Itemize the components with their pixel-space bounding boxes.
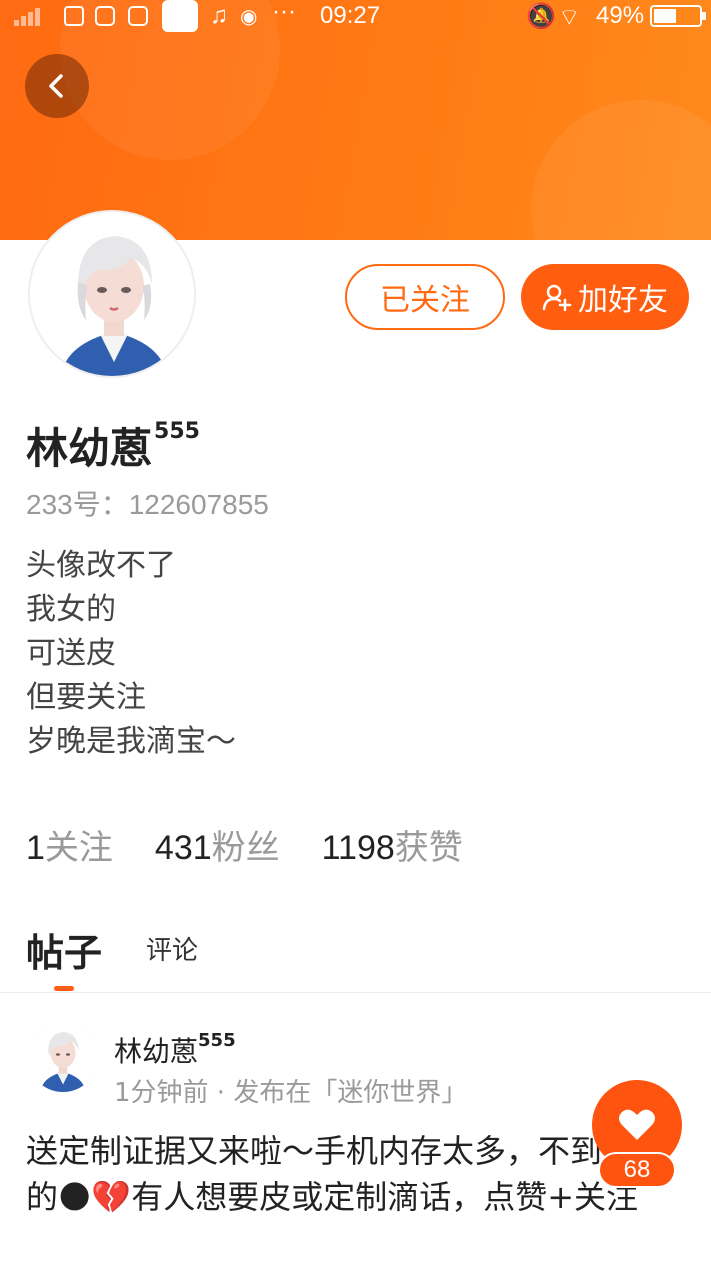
status-bar: ♫ ◉ ··· 09:27 🔕 ⌔ 49%: [0, 0, 711, 34]
signal-icon: [14, 8, 44, 26]
profile-header-banner: [0, 0, 711, 240]
music-icon: ♫: [210, 2, 228, 29]
followed-button[interactable]: 已关注: [345, 264, 505, 330]
stat-followers[interactable]: 431粉丝: [155, 820, 280, 869]
stat-label: 获赞: [394, 828, 463, 868]
stat-value: 1198: [321, 829, 395, 867]
bio-line: 我女的: [26, 592, 116, 627]
notification-icon: [162, 0, 198, 32]
add-friend-button[interactable]: 加好友: [521, 264, 689, 330]
post-author-name[interactable]: 林幼蒽555: [114, 1030, 236, 1070]
app-notification-icon: [64, 6, 84, 26]
divider: [0, 992, 711, 993]
profile-avatar[interactable]: [28, 210, 196, 378]
profile-id-value: 122607855: [128, 489, 269, 520]
stat-value: 1: [26, 829, 45, 867]
mail-icon: [128, 6, 148, 26]
post-author-text: 林幼蒽: [114, 1035, 199, 1068]
battery-icon: [650, 5, 706, 27]
post-text[interactable]: 送定制证据又来啦～手机内存太多，不到送皮的🌑💔有人想要皮或定制滴话，点赞+关注: [26, 1128, 686, 1220]
add-user-icon: [542, 284, 572, 312]
bio-line: 岁晚是我滴宝～: [26, 724, 236, 759]
stat-value: 431: [154, 829, 212, 867]
profile-stats: 1关注 431粉丝 1198获赞: [26, 820, 505, 869]
stat-following[interactable]: 1关注: [26, 820, 113, 869]
bio-line: 头像改不了: [26, 548, 176, 583]
profile-id-label: 233号：: [26, 489, 129, 520]
bio-line: 可送皮: [26, 636, 116, 671]
mute-icon: 🔕: [526, 3, 556, 30]
followed-label: 已关注: [380, 283, 470, 318]
profile-bio: 头像改不了 我女的 可送皮 但要关注 岁晚是我滴宝～: [26, 544, 236, 764]
back-button[interactable]: [25, 54, 89, 118]
profile-name-text: 林幼蒽: [26, 424, 153, 473]
like-count-badge: 68: [598, 1152, 676, 1188]
mail-icon: [95, 6, 115, 26]
stat-label: 粉丝: [211, 828, 280, 868]
avatar-illustration: [30, 212, 194, 376]
profile-id: 233号：122607855: [26, 483, 269, 523]
post-author-avatar[interactable]: [28, 1022, 98, 1092]
heart-icon: [619, 1109, 655, 1140]
tab-posts[interactable]: 帖子: [26, 922, 102, 977]
active-tab-indicator: [54, 986, 74, 991]
more-icon: ···: [272, 0, 296, 25]
avatar-illustration: [28, 1022, 98, 1092]
chevron-left-icon: [49, 74, 63, 98]
stat-label: 关注: [44, 828, 113, 868]
add-friend-label: 加好友: [578, 283, 668, 318]
tab-comments[interactable]: 评论: [146, 930, 198, 967]
bio-line: 但要关注: [26, 680, 146, 715]
profile-name-suffix: 555: [154, 419, 200, 444]
post-meta: 1分钟前 · 发布在「迷你世界」: [114, 1078, 468, 1108]
stat-likes[interactable]: 1198获赞: [322, 820, 463, 869]
status-time: 09:27: [320, 2, 381, 29]
play-icon: ◉: [240, 6, 258, 28]
battery-percent: 49%: [596, 2, 645, 29]
post-author-suffix: 555: [198, 1030, 236, 1051]
profile-name: 林幼蒽555: [26, 415, 200, 476]
wifi-icon: ⌔: [558, 4, 581, 31]
